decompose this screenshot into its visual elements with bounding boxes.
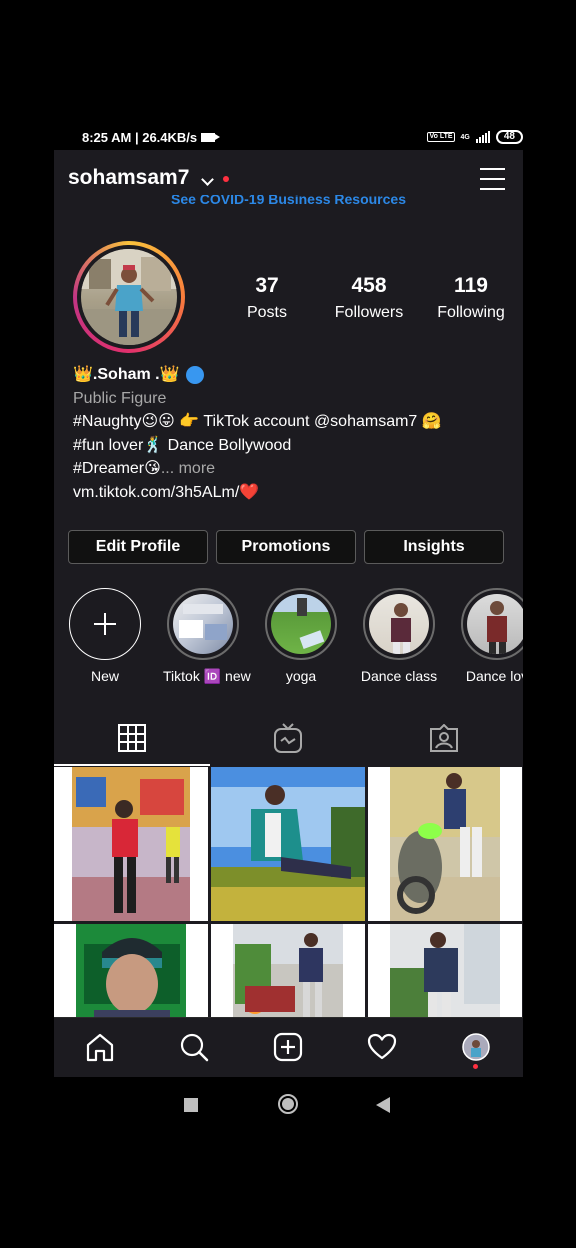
- stat-label: Following: [437, 304, 505, 321]
- search-icon[interactable]: [179, 1032, 209, 1062]
- highlight-label: New: [90, 668, 119, 684]
- profile-avatar-icon[interactable]: [461, 1032, 491, 1062]
- status-time: 8:25 AM | 26.4KB/s: [82, 129, 198, 145]
- tab-grid[interactable]: [54, 710, 210, 766]
- tagged-icon: [430, 724, 458, 752]
- highlight-dance-love[interactable]: Dance lov: [457, 588, 523, 684]
- network-type: 4G: [460, 133, 470, 141]
- igtv-icon: [274, 723, 302, 753]
- notification-dot: [223, 176, 229, 182]
- new-post-icon[interactable]: [273, 1032, 303, 1062]
- stat-label: Posts: [246, 304, 287, 321]
- tab-igtv[interactable]: [210, 710, 366, 766]
- profile-photo: [81, 249, 177, 345]
- more-link[interactable]: ... more: [161, 460, 215, 477]
- screen-record-icon: [201, 132, 221, 142]
- home-icon[interactable]: [85, 1032, 115, 1062]
- username-switcher[interactable]: sohamsam7: [68, 166, 189, 190]
- status-right: Vo LTE 4G 48: [427, 130, 523, 144]
- tab-tagged[interactable]: [366, 710, 522, 766]
- plus-icon: [94, 613, 116, 635]
- highlight-new[interactable]: New: [65, 588, 145, 684]
- volte-icon: Vo LTE: [427, 132, 455, 142]
- highlight-tiktok[interactable]: Tiktok 🆔 new: [163, 588, 251, 685]
- system-navigation: [0, 1080, 576, 1130]
- highlight-label: Dance class: [360, 668, 438, 684]
- insights-button[interactable]: Insights: [364, 530, 504, 564]
- avatar[interactable]: [73, 241, 185, 353]
- blue-circle-icon: [185, 365, 204, 384]
- stat-value: 119: [454, 274, 488, 297]
- stat-posts[interactable]: 37 Posts: [216, 274, 318, 322]
- back-icon[interactable]: [376, 1097, 390, 1113]
- bottom-navigation: [54, 1017, 523, 1077]
- edit-profile-button[interactable]: Edit Profile: [68, 530, 208, 564]
- stat-value: 37: [255, 274, 279, 297]
- battery-icon: 48: [495, 130, 523, 144]
- category-label: Public Figure: [73, 389, 167, 407]
- profile-stats: 37 Posts 458 Followers 119 Following: [216, 274, 522, 322]
- post-thumbnail[interactable]: [54, 767, 208, 921]
- highlight-label: Tiktok 🆔 new: [163, 668, 251, 684]
- post-thumbnail[interactable]: [211, 767, 365, 921]
- bio-link[interactable]: vm.tiktok.com/3h5ALm/❤️: [73, 481, 513, 505]
- highlight-label: yoga: [285, 668, 317, 684]
- promotions-button[interactable]: Promotions: [216, 530, 356, 564]
- bio-line: #Naughty😉😛 👉 TikTok account @sohamsam7 🤗: [73, 413, 442, 430]
- status-bar: 8:25 AM | 26.4KB/s Vo LTE 4G 48: [54, 124, 523, 150]
- notification-dot: [473, 1064, 478, 1069]
- covid-resources-link[interactable]: See COVID-19 Business Resources: [54, 195, 523, 206]
- bio-line: #Dreamer😘: [73, 460, 161, 477]
- signal-icon: [475, 131, 490, 143]
- grid-icon: [118, 724, 146, 752]
- profile-bio: 👑.Soham .👑 Public Figure #Naughty😉😛 👉 Ti…: [73, 363, 513, 504]
- highlight-yoga[interactable]: yoga: [261, 588, 341, 684]
- recents-icon[interactable]: [184, 1098, 198, 1112]
- instagram-profile-screen: sohamsam7 See COVID-19 Business Resource…: [54, 150, 523, 1077]
- profile-actions: Edit Profile Promotions Insights: [68, 530, 504, 564]
- post-thumbnail[interactable]: [368, 767, 522, 921]
- stat-followers[interactable]: 458 Followers: [318, 274, 420, 322]
- highlight-dance-class[interactable]: Dance class: [359, 588, 439, 684]
- profile-tabs: [54, 710, 523, 766]
- display-name: 👑.Soham .👑: [73, 366, 180, 383]
- menu-icon[interactable]: [480, 168, 505, 190]
- stat-following[interactable]: 119 Following: [420, 274, 522, 322]
- bio-line: #fun lover🕺 Dance Bollywood: [73, 436, 292, 454]
- story-highlights: New Tiktok 🆔 new yoga Dance class Dance …: [68, 588, 523, 688]
- heart-icon[interactable]: [367, 1032, 397, 1062]
- highlight-label: Dance lov: [465, 668, 523, 684]
- stat-label: Followers: [334, 304, 404, 321]
- chevron-down-icon[interactable]: [201, 173, 214, 186]
- stat-value: 458: [351, 274, 387, 297]
- top-bar: sohamsam7 See COVID-19 Business Resource…: [54, 150, 523, 208]
- home-button-icon[interactable]: [277, 1093, 299, 1115]
- status-left: 8:25 AM | 26.4KB/s: [54, 129, 221, 145]
